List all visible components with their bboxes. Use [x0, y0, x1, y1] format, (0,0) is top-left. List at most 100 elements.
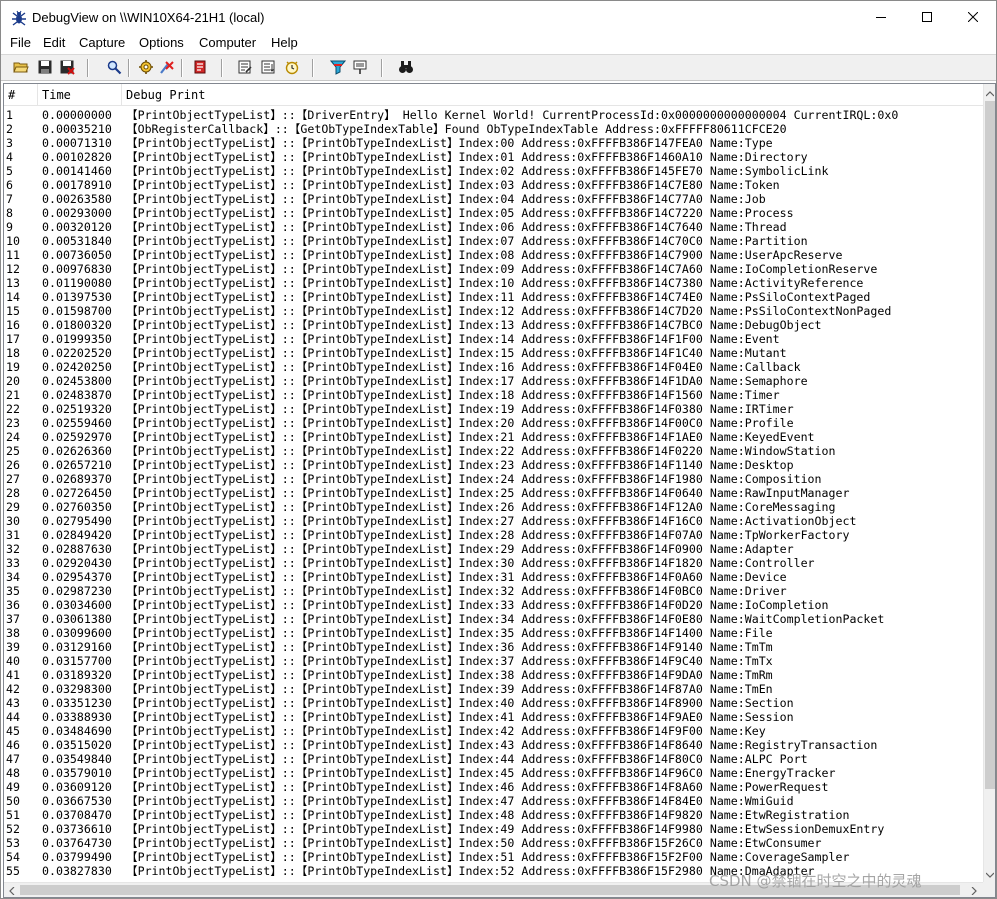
- save-button[interactable]: [35, 58, 55, 78]
- list-row[interactable]: 5 0.00141460 【PrintObjectTypeList】::【Print…: [4, 164, 983, 178]
- debugview-bug-icon: [11, 10, 27, 26]
- find-button[interactable]: [104, 58, 124, 78]
- row-time: 0.03298300: [42, 682, 112, 696]
- highlight-button[interactable]: [350, 58, 370, 78]
- filter-button[interactable]: [328, 58, 348, 78]
- row-time: 0.03667530: [42, 794, 112, 808]
- list-row[interactable]: 38 0.03099600 【PrintObjectTypeList】::【Prin…: [4, 626, 983, 640]
- list-row[interactable]: 51 0.03708470 【PrintObjectTypeList】::【Prin…: [4, 808, 983, 822]
- list-row[interactable]: 28 0.02726450 【PrintObjectTypeList】::【Prin…: [4, 486, 983, 500]
- row-number: 35: [6, 584, 20, 598]
- list-row[interactable]: 10 0.00531840 【PrintObjectTypeList】::【Prin…: [4, 234, 983, 248]
- column-header-time[interactable]: Time: [38, 84, 122, 106]
- list-row[interactable]: 37 0.03061380 【PrintObjectTypeList】::【Prin…: [4, 612, 983, 626]
- menu-capture[interactable]: Capture: [79, 35, 125, 50]
- maximize-button[interactable]: [904, 1, 950, 33]
- list-row[interactable]: 15 0.01598700 【PrintObjectTypeList】::【Prin…: [4, 304, 983, 318]
- list-row[interactable]: 48 0.03579010 【PrintObjectTypeList】::【Prin…: [4, 766, 983, 780]
- list-row[interactable]: 31 0.02849420 【PrintObjectTypeList】::【Prin…: [4, 528, 983, 542]
- list-row[interactable]: 54 0.03799490 【PrintObjectTypeList】::【Prin…: [4, 850, 983, 864]
- vertical-scroll-thumb[interactable]: [985, 101, 995, 789]
- menu-options[interactable]: Options: [139, 35, 184, 50]
- row-time: 0.02689370: [42, 472, 112, 486]
- list-row[interactable]: 14 0.01397530 【PrintObjectTypeList】::【Prin…: [4, 290, 983, 304]
- capture-kernel-button[interactable]: [157, 58, 177, 78]
- list-row[interactable]: 4 0.00102820 【PrintObjectTypeList】::【Print…: [4, 150, 983, 164]
- list-row[interactable]: 35 0.02987230 【PrintObjectTypeList】::【Prin…: [4, 584, 983, 598]
- clear-display-button[interactable]: [190, 58, 210, 78]
- list-row[interactable]: 50 0.03667530 【PrintObjectTypeList】::【Prin…: [4, 794, 983, 808]
- list-row[interactable]: 11 0.00736050 【PrintObjectTypeList】::【Prin…: [4, 248, 983, 262]
- list-row[interactable]: 13 0.01190080 【PrintObjectTypeList】::【Prin…: [4, 276, 983, 290]
- list-row[interactable]: 3 0.00071310 【PrintObjectTypeList】::【Print…: [4, 136, 983, 150]
- debug-output-list[interactable]: # Time Debug Print 1 0.00000000 【PrintObje…: [3, 83, 996, 898]
- list-row[interactable]: 9 0.00320120 【PrintObjectTypeList】::【Print…: [4, 220, 983, 234]
- list-row[interactable]: 39 0.03129160 【PrintObjectTypeList】::【Prin…: [4, 640, 983, 654]
- row-number: 19: [6, 360, 20, 374]
- list-row[interactable]: 27 0.02689370 【PrintObjectTypeList】::【Prin…: [4, 472, 983, 486]
- scroll-right-arrow[interactable]: [967, 883, 981, 897]
- clock-button[interactable]: [282, 58, 302, 78]
- list-row[interactable]: 41 0.03189320 【PrintObjectTypeList】::【Prin…: [4, 668, 983, 682]
- list-row[interactable]: 29 0.02760350 【PrintObjectTypeList】::【Prin…: [4, 500, 983, 514]
- close-button[interactable]: [950, 1, 996, 33]
- menu-file[interactable]: File: [10, 35, 31, 50]
- minimize-button[interactable]: [858, 1, 904, 33]
- menu-computer[interactable]: Computer: [199, 35, 256, 50]
- list-row[interactable]: 20 0.02453800 【PrintObjectTypeList】::【Prin…: [4, 374, 983, 388]
- row-number: 33: [6, 556, 20, 570]
- list-row[interactable]: 45 0.03484690 【PrintObjectTypeList】::【Prin…: [4, 724, 983, 738]
- list-row[interactable]: 19 0.02420250 【PrintObjectTypeList】::【Prin…: [4, 360, 983, 374]
- list-row[interactable]: 6 0.00178910 【PrintObjectTypeList】::【Print…: [4, 178, 983, 192]
- autoscroll-button[interactable]: [258, 58, 278, 78]
- row-number: 49: [6, 780, 20, 794]
- list-row[interactable]: 7 0.00263580 【PrintObjectTypeList】::【Print…: [4, 192, 983, 206]
- title-bar[interactable]: DebugView on \\WIN10X64-21H1 (local): [1, 1, 996, 33]
- list-row[interactable]: 42 0.03298300 【PrintObjectTypeList】::【Prin…: [4, 682, 983, 696]
- save-as-button[interactable]: [57, 58, 77, 78]
- list-row[interactable]: 44 0.03388930 【PrintObjectTypeList】::【Prin…: [4, 710, 983, 724]
- scroll-down-arrow[interactable]: [984, 866, 995, 880]
- row-debug-print: 【PrintObjectTypeList】::【PrintObTypeIndex…: [126, 346, 787, 360]
- binoculars-button[interactable]: [396, 58, 416, 78]
- list-row[interactable]: 2 0.00035210 【ObRegisterCallback】::【GetObT…: [4, 122, 983, 136]
- list-row[interactable]: 47 0.03549840 【PrintObjectTypeList】::【Prin…: [4, 752, 983, 766]
- list-row[interactable]: 23 0.02559460 【PrintObjectTypeList】::【Prin…: [4, 416, 983, 430]
- list-row[interactable]: 33 0.02920430 【PrintObjectTypeList】::【Prin…: [4, 556, 983, 570]
- list-row[interactable]: 53 0.03764730 【PrintObjectTypeList】::【Prin…: [4, 836, 983, 850]
- list-row[interactable]: 8 0.00293000 【PrintObjectTypeList】::【Print…: [4, 206, 983, 220]
- list-row[interactable]: 49 0.03609120 【PrintObjectTypeList】::【Prin…: [4, 780, 983, 794]
- list-row[interactable]: 18 0.02202520 【PrintObjectTypeList】::【Prin…: [4, 346, 983, 360]
- list-row[interactable]: 24 0.02592970 【PrintObjectTypeList】::【Prin…: [4, 430, 983, 444]
- list-row[interactable]: 12 0.00976830 【PrintObjectTypeList】::【Prin…: [4, 262, 983, 276]
- list-row[interactable]: 30 0.02795490 【PrintObjectTypeList】::【Prin…: [4, 514, 983, 528]
- column-header-number[interactable]: #: [4, 84, 38, 106]
- list-row[interactable]: 34 0.02954370 【PrintObjectTypeList】::【Prin…: [4, 570, 983, 584]
- list-row[interactable]: 21 0.02483870 【PrintObjectTypeList】::【Prin…: [4, 388, 983, 402]
- scroll-left-arrow[interactable]: [5, 883, 19, 897]
- list-row[interactable]: 40 0.03157700 【PrintObjectTypeList】::【Prin…: [4, 654, 983, 668]
- row-number: 50: [6, 794, 20, 808]
- list-row[interactable]: 36 0.03034600 【PrintObjectTypeList】::【Prin…: [4, 598, 983, 612]
- list-row[interactable]: 43 0.03351230 【PrintObjectTypeList】::【Prin…: [4, 696, 983, 710]
- row-debug-print: 【PrintObjectTypeList】::【PrintObTypeIndex…: [126, 402, 794, 416]
- list-row[interactable]: 1 0.00000000 【PrintObjectTypeList】::【Drive…: [4, 108, 983, 122]
- list-row[interactable]: 25 0.02626360 【PrintObjectTypeList】::【Prin…: [4, 444, 983, 458]
- list-row[interactable]: 52 0.03736610 【PrintObjectTypeList】::【Prin…: [4, 822, 983, 836]
- list-row[interactable]: 17 0.01999350 【PrintObjectTypeList】::【Prin…: [4, 332, 983, 346]
- scroll-up-arrow[interactable]: [984, 85, 995, 99]
- list-row[interactable]: 46 0.03515020 【PrintObjectTypeList】::【Prin…: [4, 738, 983, 752]
- column-header-debug-print[interactable]: Debug Print: [122, 84, 983, 106]
- highlight-icon: [352, 59, 368, 78]
- list-row[interactable]: 22 0.02519320 【PrintObjectTypeList】::【Prin…: [4, 402, 983, 416]
- row-number: 37: [6, 612, 20, 626]
- open-button[interactable]: [11, 58, 31, 78]
- vertical-scrollbar[interactable]: [983, 84, 995, 882]
- menu-help[interactable]: Help: [271, 35, 298, 50]
- list-row[interactable]: 16 0.01800320 【PrintObjectTypeList】::【Prin…: [4, 318, 983, 332]
- menu-edit[interactable]: Edit: [43, 35, 65, 50]
- list-row[interactable]: 26 0.02657210 【PrintObjectTypeList】::【Prin…: [4, 458, 983, 472]
- list-row[interactable]: 32 0.02887630 【PrintObjectTypeList】::【Prin…: [4, 542, 983, 556]
- capture-gear-button[interactable]: [136, 58, 156, 78]
- history-button[interactable]: [235, 58, 255, 78]
